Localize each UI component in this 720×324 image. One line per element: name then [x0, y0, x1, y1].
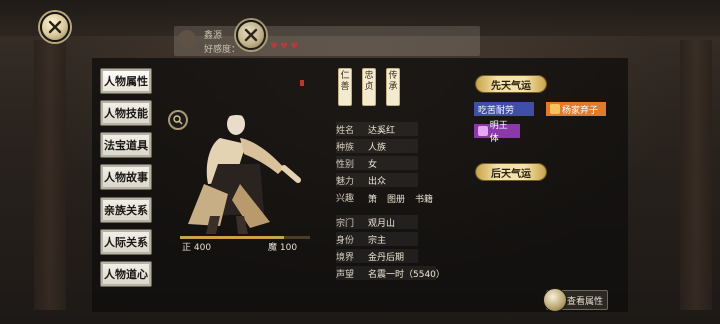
info-value: 观月山 — [368, 218, 396, 229]
trait-label: 明王体 — [489, 121, 508, 144]
pillar-right — [680, 40, 712, 310]
flame-icon — [550, 104, 560, 114]
info-gender: 性别 女 — [336, 156, 412, 170]
trait-hardworking[interactable]: 吃苦耐劳 — [474, 102, 534, 116]
info-label: 兴趣 — [336, 193, 355, 204]
info-realm: 境界 金丹后期 — [336, 249, 412, 263]
info-label: 性别 — [336, 159, 355, 170]
info-sect: 宗门 观月山 — [336, 215, 412, 229]
innate-fortune-banner: 先天气运 — [476, 76, 546, 92]
view-attributes-button[interactable]: 查看属性 — [543, 288, 608, 312]
info-identity: 身份 宗主 — [336, 232, 412, 246]
alignment-bar — [180, 236, 310, 239]
tab-social-relations[interactable]: 人际关系 — [100, 229, 152, 255]
info-reputation: 声望 名震一时（5540） — [336, 266, 446, 280]
tab-dao-heart[interactable]: 人物道心 — [100, 261, 152, 287]
character-portrait — [188, 109, 301, 234]
info-label: 境界 — [336, 252, 355, 263]
info-race: 种族 人族 — [336, 139, 412, 153]
info-value: 人族 — [368, 142, 387, 153]
trait-abandoned-child[interactable]: 杨家弃子 — [546, 102, 606, 116]
marker — [300, 80, 304, 86]
virtue-benevolent[interactable]: 仁善 — [338, 68, 352, 106]
close-button[interactable] — [40, 12, 70, 42]
info-label: 种族 — [336, 142, 355, 153]
trait-label: 杨家弃子 — [562, 105, 599, 116]
info-value: 达奚红 — [368, 125, 396, 136]
info-name: 姓名 达奚红 — [336, 122, 412, 136]
background-favor-label: 好感度： — [204, 45, 241, 55]
info-label: 声望 — [336, 269, 355, 280]
orb-icon — [543, 288, 567, 312]
demonic-value: 魔 100 — [268, 243, 298, 253]
tab-family-relations[interactable]: 亲族关系 — [100, 197, 152, 223]
virtue-inheritance[interactable]: 传承 — [386, 68, 400, 106]
body-icon — [478, 126, 488, 136]
hobby-list: 箫 图册 书籍 — [368, 192, 433, 205]
background-name: 鑫源 — [204, 31, 223, 41]
info-label: 姓名 — [336, 125, 355, 136]
background-character-panel: 鑫源 好感度： ♥♥♥ — [174, 26, 480, 56]
heart-icons: ♥♥♥ — [270, 42, 301, 52]
info-label: 身份 — [336, 235, 355, 246]
tab-character-skills[interactable]: 人物技能 — [100, 100, 152, 126]
view-attributes-label: 查看属性 — [566, 296, 603, 307]
info-charm: 魅力 出众 — [336, 173, 412, 187]
alignment-bar-fill — [180, 236, 284, 239]
info-value: 出众 — [368, 176, 387, 187]
info-value: 金丹后期 — [368, 252, 405, 263]
trait-label: 吃苦耐劳 — [478, 105, 515, 116]
close-icon — [48, 20, 62, 34]
hobby-item: 书籍 — [415, 195, 434, 205]
trait-ming-king-body[interactable]: 明王体 — [474, 121, 520, 144]
info-label: 魅力 — [336, 176, 355, 187]
hobby-item: 图册 — [387, 195, 406, 205]
info-label: 宗门 — [336, 218, 355, 229]
info-value: 女 — [368, 159, 378, 170]
close-icon — [244, 28, 258, 42]
hobby-item: 箫 — [368, 195, 378, 205]
tab-character-story[interactable]: 人物故事 — [100, 164, 152, 190]
tab-character-attributes[interactable]: 人物属性 — [100, 68, 152, 94]
righteous-value: 正 400 — [182, 243, 212, 253]
acquired-fortune-banner: 后天气运 — [476, 164, 546, 180]
virtue-loyal[interactable]: 忠贞 — [362, 68, 376, 106]
info-value: 宗主 — [368, 235, 387, 246]
close-button-secondary[interactable] — [236, 20, 266, 50]
info-value: 名震一时（5540） — [368, 269, 445, 280]
avatar — [178, 30, 196, 48]
tab-treasures-items[interactable]: 法宝道具 — [100, 132, 152, 158]
pillar-left — [34, 40, 66, 310]
